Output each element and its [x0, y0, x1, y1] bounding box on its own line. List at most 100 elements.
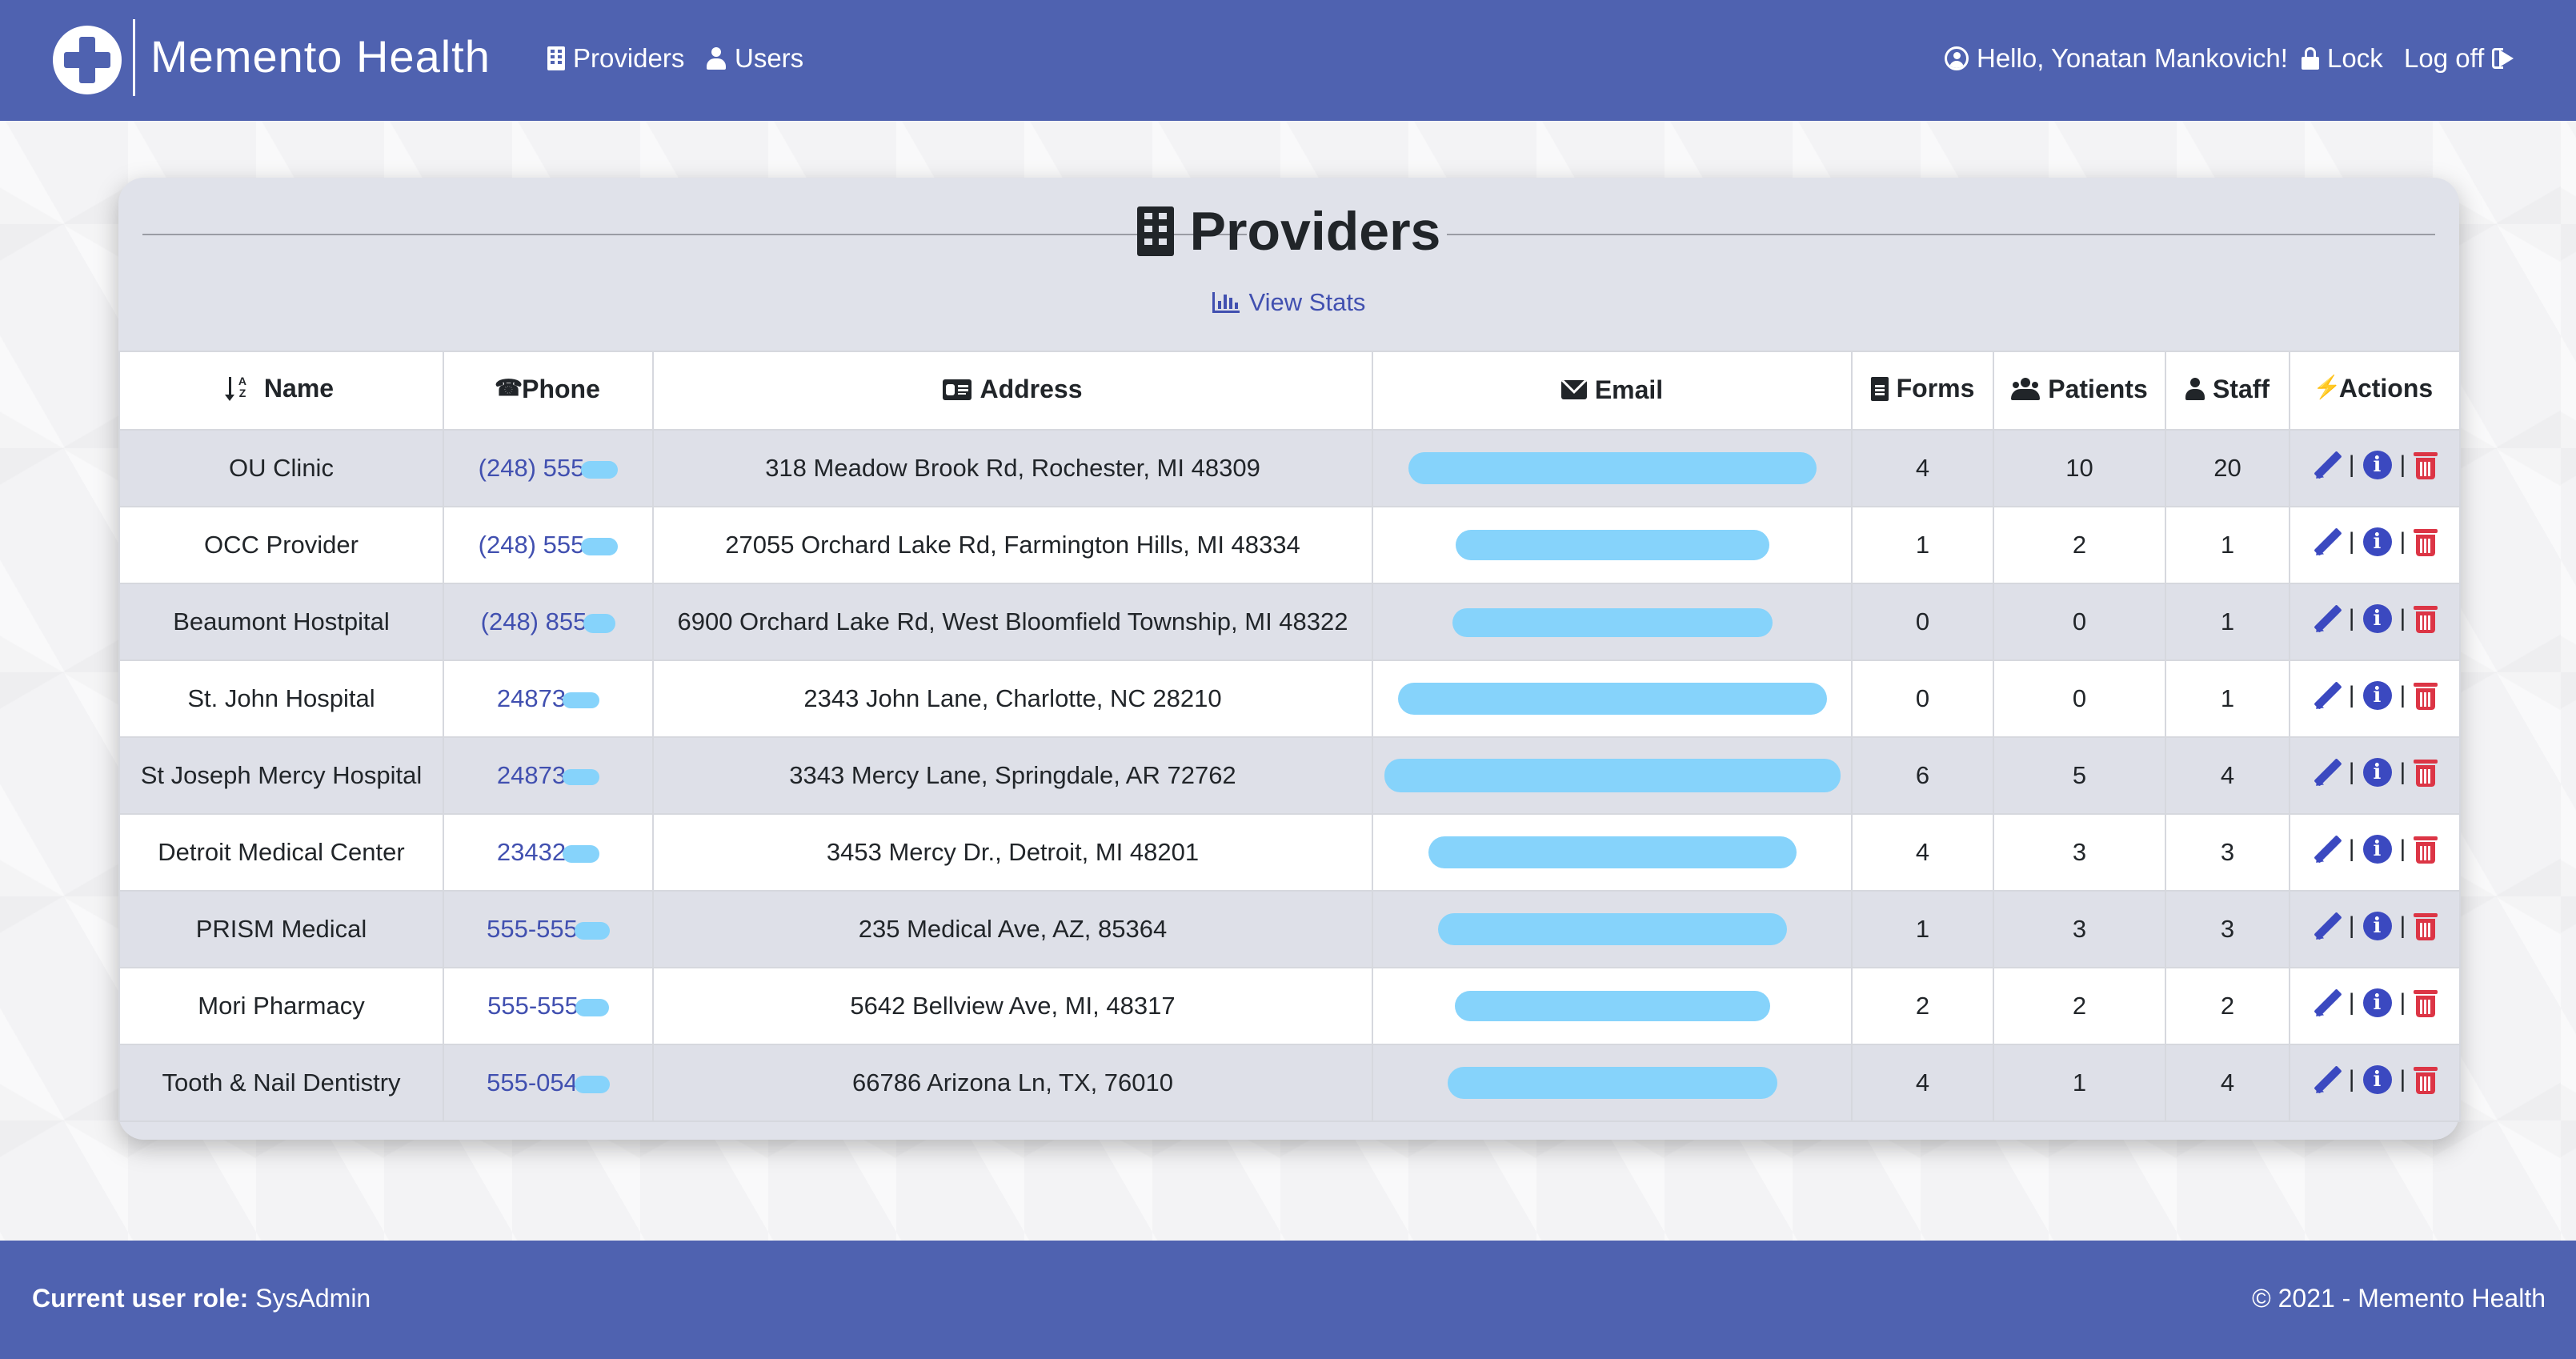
- info-icon[interactable]: i: [2362, 988, 2392, 1017]
- header-email: Email: [1372, 351, 1853, 431]
- provider-phone[interactable]: 24873: [443, 659, 654, 738]
- phone-link[interactable]: 555-555: [487, 915, 578, 943]
- delete-trash-icon[interactable]: [2414, 451, 2438, 479]
- provider-address: 6900 Orchard Lake Rd, West Bloomfield To…: [652, 583, 1373, 661]
- info-icon[interactable]: i: [2362, 758, 2392, 787]
- view-stats-link[interactable]: View Stats: [118, 288, 2459, 317]
- provider-address: 66786 Arizona Ln, TX, 76010: [652, 1044, 1373, 1122]
- phone-link[interactable]: (248) 555: [479, 531, 585, 559]
- provider-forms: 1: [1851, 506, 1994, 584]
- phone-link[interactable]: 23432: [497, 838, 566, 866]
- table-row: PRISM Medical 555-555 235 Medical Ave, AZ,…: [118, 890, 2461, 968]
- delete-trash-icon[interactable]: [2414, 527, 2438, 556]
- header-name[interactable]: AZ Name: [118, 351, 444, 431]
- role-value: SysAdmin: [255, 1284, 371, 1313]
- provider-staff: 1: [2165, 659, 2290, 738]
- header-forms-label: Forms: [1896, 374, 1975, 403]
- info-icon[interactable]: i: [2362, 451, 2392, 479]
- edit-pencil-icon[interactable]: [2312, 988, 2341, 1017]
- page-title: Providers: [118, 200, 2459, 263]
- delete-trash-icon[interactable]: [2414, 1065, 2438, 1094]
- provider-forms: 2: [1851, 967, 1994, 1045]
- nav-users-link[interactable]: Users: [706, 43, 803, 74]
- lock-link[interactable]: Lock: [2302, 43, 2383, 74]
- provider-phone[interactable]: 555-555: [443, 967, 654, 1045]
- action-separator: |: [2399, 836, 2406, 862]
- phone-link[interactable]: 24873: [497, 684, 566, 712]
- medical-cross-logo-icon[interactable]: [53, 26, 122, 94]
- edit-pencil-icon[interactable]: [2312, 912, 2341, 940]
- provider-name: OCC Provider: [118, 506, 444, 584]
- provider-email: [1372, 967, 1853, 1045]
- lock-icon: [2302, 47, 2319, 70]
- delete-trash-icon[interactable]: [2414, 988, 2438, 1017]
- lock-label: Lock: [2327, 43, 2383, 73]
- logoff-link[interactable]: Log off: [2404, 43, 2516, 74]
- provider-phone[interactable]: (248) 555: [443, 429, 654, 507]
- provider-phone[interactable]: 555-555: [443, 890, 654, 968]
- phone-link[interactable]: (248) 855: [481, 607, 587, 635]
- provider-name: PRISM Medical: [118, 890, 444, 968]
- phone-link[interactable]: 555-555: [487, 992, 579, 1020]
- user-greeting: Hello, Yonatan Mankovich!: [1977, 43, 2288, 73]
- provider-phone[interactable]: 24873: [443, 736, 654, 815]
- edit-pencil-icon[interactable]: [2312, 527, 2341, 556]
- provider-phone[interactable]: (248) 555: [443, 506, 654, 584]
- info-icon[interactable]: i: [2362, 604, 2392, 633]
- provider-patients: 3: [1993, 890, 2166, 968]
- role-label: Current user role:: [32, 1284, 249, 1313]
- redaction-mark: [581, 460, 619, 479]
- nav-users-label: Users: [735, 43, 804, 73]
- edit-pencil-icon[interactable]: [2312, 758, 2341, 787]
- phone-link[interactable]: 24873: [497, 761, 566, 789]
- edit-pencil-icon[interactable]: [2312, 604, 2341, 633]
- delete-trash-icon[interactable]: [2414, 681, 2438, 710]
- delete-trash-icon[interactable]: [2414, 835, 2438, 864]
- provider-staff: 3: [2165, 890, 2290, 968]
- delete-trash-icon[interactable]: [2414, 758, 2438, 787]
- brand-name[interactable]: Memento Health: [150, 30, 491, 82]
- provider-phone[interactable]: 555-054: [443, 1044, 654, 1122]
- envelope-icon: [1560, 380, 1587, 400]
- table-header-row: AZ Name Phone Address Email Forms Patien: [118, 351, 2461, 431]
- provider-email: [1372, 813, 1853, 892]
- info-icon[interactable]: i: [2362, 912, 2392, 940]
- delete-trash-icon[interactable]: [2414, 912, 2438, 940]
- provider-email: [1372, 583, 1853, 661]
- edit-pencil-icon[interactable]: [2312, 1065, 2341, 1094]
- edit-pencil-icon[interactable]: [2312, 451, 2341, 479]
- action-separator: |: [2348, 1066, 2355, 1092]
- user-tie-icon: [2185, 378, 2205, 401]
- provider-actions: | i |: [2289, 967, 2461, 1045]
- provider-actions: | i |: [2289, 736, 2461, 815]
- provider-address: 2343 John Lane, Charlotte, NC 28210: [652, 659, 1373, 738]
- info-icon[interactable]: i: [2362, 1065, 2392, 1094]
- edit-pencil-icon[interactable]: [2312, 835, 2341, 864]
- provider-forms: 4: [1851, 429, 1994, 507]
- provider-address: 3453 Mercy Dr., Detroit, MI 48201: [652, 813, 1373, 892]
- action-separator: |: [2348, 605, 2355, 631]
- phone-link[interactable]: 555-054: [487, 1068, 578, 1096]
- delete-trash-icon[interactable]: [2414, 604, 2438, 633]
- action-separator: |: [2399, 759, 2406, 785]
- provider-phone[interactable]: (248) 855: [443, 583, 654, 661]
- provider-phone[interactable]: 23432: [443, 813, 654, 892]
- redaction-mark: [574, 921, 610, 940]
- user-greeting-link[interactable]: Hello, Yonatan Mankovich!: [1945, 43, 2288, 74]
- action-separator: |: [2348, 989, 2355, 1016]
- view-stats-label: View Stats: [1248, 288, 1366, 316]
- edit-pencil-icon[interactable]: [2312, 681, 2341, 710]
- sign-out-icon: [2492, 48, 2516, 69]
- phone-link[interactable]: (248) 555: [479, 454, 585, 482]
- info-icon[interactable]: i: [2362, 835, 2392, 864]
- nav-providers-link[interactable]: Providers: [547, 43, 684, 74]
- info-icon[interactable]: i: [2362, 527, 2392, 556]
- providers-table: AZ Name Phone Address Email Forms Patien: [118, 351, 2461, 1122]
- header-patients: Patients: [1993, 351, 2166, 431]
- info-icon[interactable]: i: [2362, 681, 2392, 710]
- action-separator: |: [2348, 836, 2355, 862]
- action-separator: |: [2348, 682, 2355, 708]
- action-separator: |: [2399, 682, 2406, 708]
- provider-email: [1372, 1044, 1853, 1122]
- provider-address: 27055 Orchard Lake Rd, Farmington Hills,…: [652, 506, 1373, 584]
